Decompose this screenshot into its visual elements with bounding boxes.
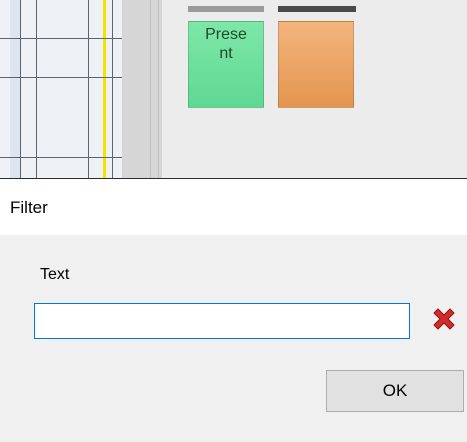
tile-header-bar xyxy=(188,6,264,12)
tile-label-line2: nt xyxy=(219,45,233,62)
tile-label-line1: Prese xyxy=(205,26,247,43)
dialog-body: Text OK xyxy=(0,235,467,442)
grid-line xyxy=(36,0,37,178)
grid-column xyxy=(10,0,20,178)
splitter-line xyxy=(158,0,159,178)
tile-header-bar xyxy=(278,6,356,12)
clear-text-button[interactable] xyxy=(426,303,462,339)
grid-row-line xyxy=(0,77,122,78)
tile-orange[interactable] xyxy=(278,21,354,108)
filter-dialog: Filter Text OK xyxy=(0,178,467,442)
background-application: Prese nt xyxy=(0,0,467,178)
tile-present[interactable]: Prese nt xyxy=(188,21,264,108)
grid-line xyxy=(88,0,89,178)
dialog-title: Filter xyxy=(10,198,48,217)
grid-line xyxy=(20,0,21,178)
red-x-icon xyxy=(433,308,455,330)
grid-row-line xyxy=(0,157,122,158)
grid-row-line xyxy=(0,38,122,39)
splitter-panel[interactable] xyxy=(122,0,162,178)
ok-button[interactable]: OK xyxy=(326,370,464,412)
filter-text-input[interactable] xyxy=(34,303,410,339)
dialog-titlebar[interactable]: Filter xyxy=(0,179,467,235)
splitter-line xyxy=(150,0,151,178)
grid-line xyxy=(112,0,113,178)
grid-panel xyxy=(0,0,122,178)
text-field-label: Text xyxy=(40,266,70,283)
current-time-marker xyxy=(103,0,106,178)
